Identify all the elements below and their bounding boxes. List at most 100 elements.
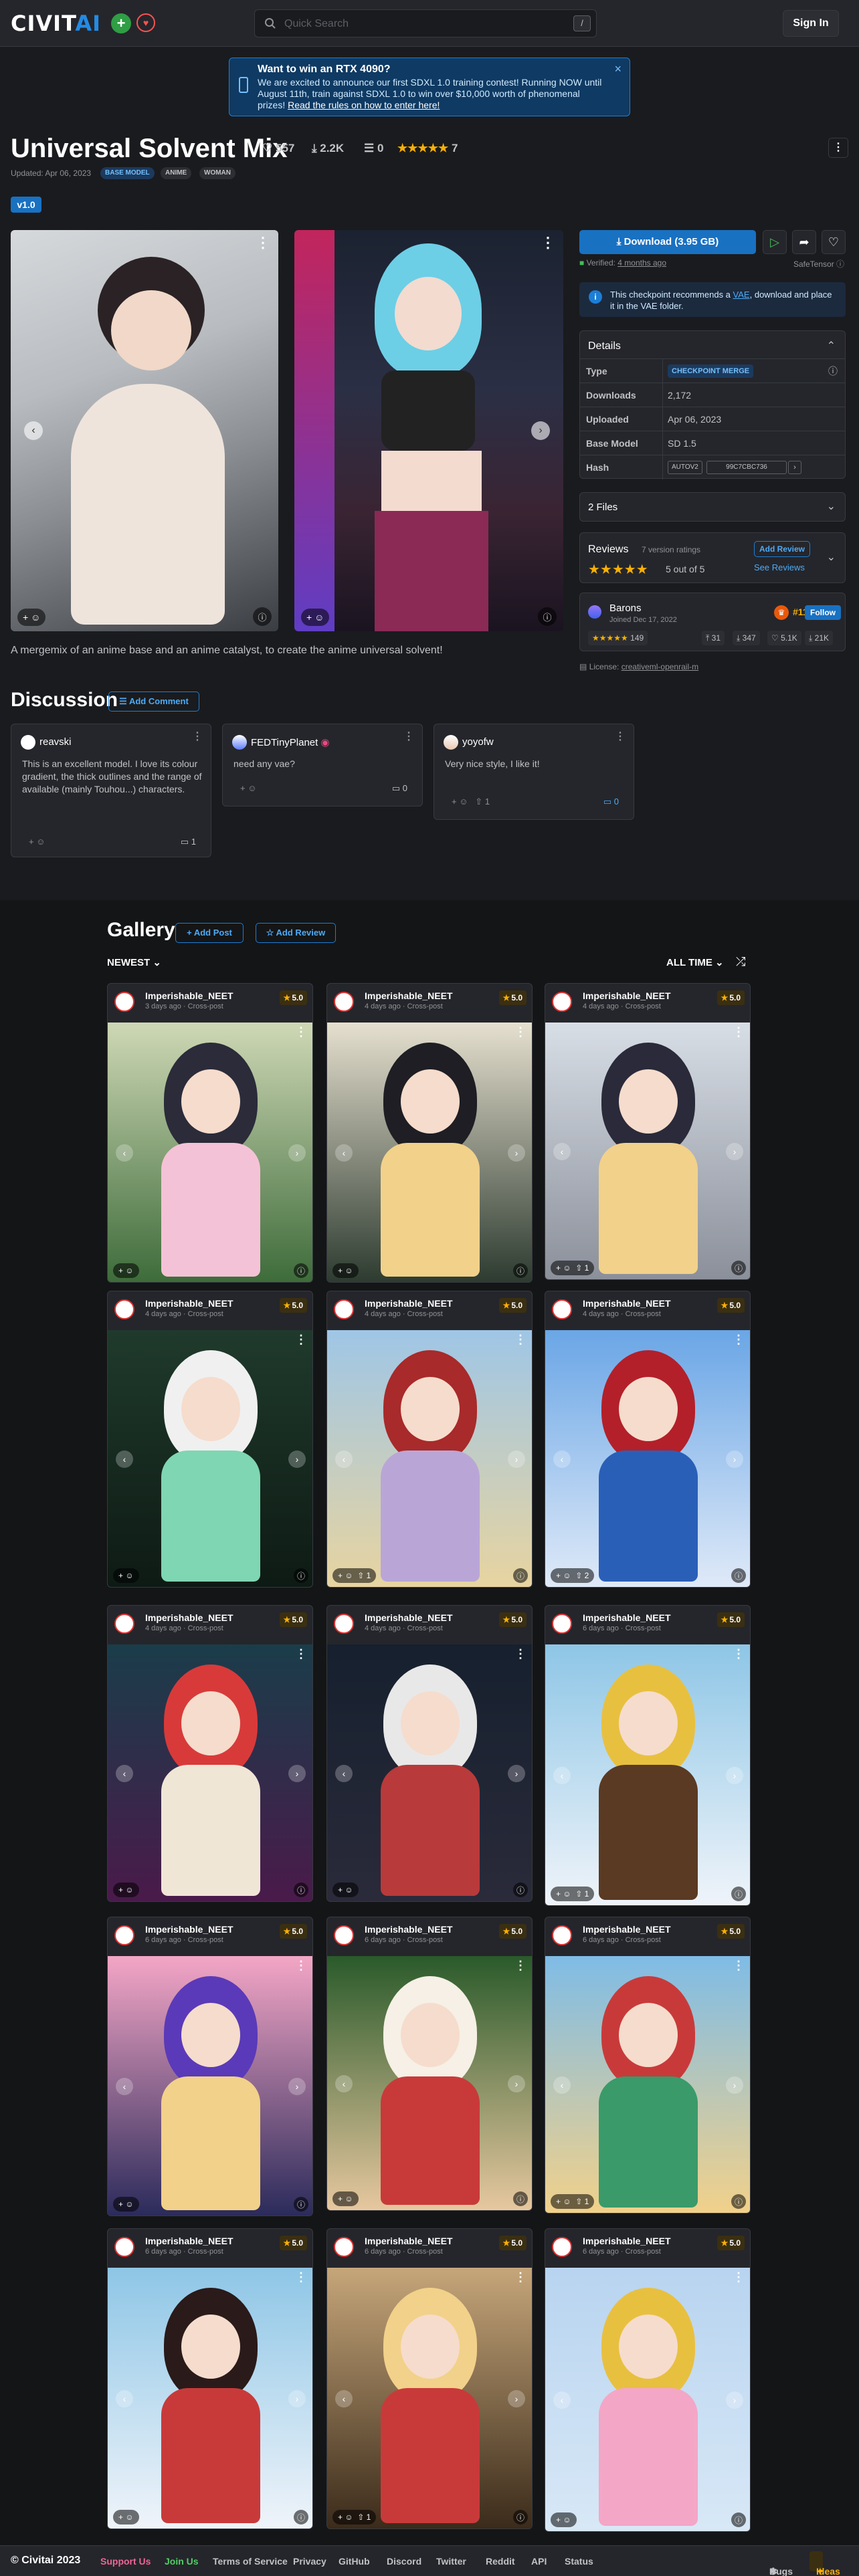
card-user[interactable]: Imperishable_NEET	[365, 2236, 453, 2246]
gallery-card[interactable]: Imperishable_NEET 3 days ago · Cross-post…	[107, 983, 313, 1283]
footer-twitter-link[interactable]: Twitter	[436, 2556, 466, 2567]
reaction-button[interactable]: + ☺	[113, 2197, 139, 2212]
avatar[interactable]	[552, 2237, 572, 2257]
gallery-image[interactable]: ⋮ ‹ › + ☺ ⓘ	[108, 1644, 312, 1901]
comment-card[interactable]: reavski ⋮ This is an excellent model. I …	[11, 724, 211, 857]
gallery-card[interactable]: Imperishable_NEET 4 days ago · Cross-post…	[545, 1291, 751, 1588]
card-user[interactable]: Imperishable_NEET	[145, 1924, 233, 1935]
tag-woman[interactable]: WOMAN	[199, 167, 235, 179]
card-user[interactable]: Imperishable_NEET	[365, 1298, 453, 1309]
reaction-button[interactable]: + ☺	[332, 2191, 359, 2206]
info-icon[interactable]: ⓘ	[731, 2512, 746, 2527]
info-icon[interactable]: ⓘ	[828, 364, 838, 378]
gallery-image[interactable]: ⋮ ‹ › + ☺ ⓘ	[545, 2268, 750, 2531]
search-input[interactable]: Quick Search /	[254, 9, 597, 37]
image-menu-icon[interactable]: ⋮	[295, 2270, 307, 2284]
image-menu-icon[interactable]: ⋮	[733, 1959, 745, 1973]
card-user[interactable]: Imperishable_NEET	[583, 1298, 671, 1309]
reaction-button[interactable]: + ☺ ⇧ 1	[332, 1568, 377, 1583]
image-menu-icon[interactable]: ⋮	[295, 1025, 307, 1039]
footer-discord-link[interactable]: Discord	[387, 2556, 421, 2567]
download-button[interactable]: ⤓ Download (3.95 GB)	[579, 230, 756, 254]
info-icon[interactable]: ⓘ	[731, 1568, 746, 1583]
period-select[interactable]: ALL TIME ⌄	[666, 956, 724, 968]
info-icon[interactable]: ⓘ	[731, 1887, 746, 1901]
card-user[interactable]: Imperishable_NEET	[365, 990, 453, 1001]
avatar[interactable]	[552, 1614, 572, 1634]
add-post-button[interactable]: + Add Post	[175, 923, 244, 943]
next-arrow-icon[interactable]: ›	[726, 1767, 743, 1784]
info-icon[interactable]: ⓘ	[731, 1261, 746, 1275]
reply-count[interactable]: ▭ 0	[603, 796, 619, 807]
see-reviews-link[interactable]: See Reviews	[754, 562, 805, 572]
comment-card[interactable]: yoyofw ⋮ Very nice style, I like it! + ☺…	[434, 724, 634, 820]
prev-arrow-icon[interactable]: ‹	[553, 1451, 571, 1468]
reply-count[interactable]: ▭ 1	[181, 837, 196, 847]
next-arrow-icon[interactable]: ›	[288, 1144, 306, 1162]
hash-value[interactable]: 99C7CBC736	[706, 461, 787, 474]
tag-anime[interactable]: ANIME	[161, 167, 192, 179]
image-menu-icon[interactable]: ⋮	[514, 1647, 527, 1661]
gallery-card[interactable]: Imperishable_NEET 6 days ago · Cross-post…	[326, 2228, 533, 2529]
favorite-button[interactable]: ♡	[822, 230, 846, 254]
footer-status-link[interactable]: Status	[565, 2556, 593, 2567]
gallery-image[interactable]: ⋮ ‹ › + ☺ ⇧ 1 ⓘ	[327, 2268, 532, 2529]
details-heading[interactable]: Details	[588, 340, 621, 352]
image-menu-icon[interactable]: ⋮	[541, 234, 555, 251]
reaction-button[interactable]: + ☺	[332, 1883, 359, 1897]
add-review-button[interactable]: Add Review	[754, 541, 810, 557]
next-arrow-icon[interactable]: ›	[531, 421, 550, 440]
next-arrow-icon[interactable]: ›	[726, 2391, 743, 2409]
next-arrow-icon[interactable]: ›	[508, 2390, 525, 2407]
gallery-card[interactable]: Imperishable_NEET 6 days ago · Cross-post…	[545, 2228, 751, 2532]
next-arrow-icon[interactable]: ›	[288, 1451, 306, 1468]
avatar[interactable]	[334, 2237, 354, 2257]
next-arrow-icon[interactable]: ›	[288, 2078, 306, 2095]
prev-arrow-icon[interactable]: ‹	[553, 2076, 571, 2094]
reaction-button[interactable]: + ☺	[301, 609, 330, 626]
sort-select[interactable]: NEWEST ⌄	[107, 956, 161, 968]
creator-avatar[interactable]	[588, 605, 601, 619]
info-icon[interactable]: ⓘ	[294, 1568, 308, 1583]
reaction-button[interactable]: + ☺	[113, 1883, 139, 1897]
sign-in-button[interactable]: Sign In	[783, 10, 839, 37]
card-user[interactable]: Imperishable_NEET	[145, 2236, 233, 2246]
gallery-image[interactable]: ⋮ ‹ › + ☺ ⓘ	[108, 1956, 312, 2216]
reaction-button[interactable]: + ☺ ⇧ 1	[551, 2194, 595, 2209]
reply-count[interactable]: ▭ 0	[392, 783, 407, 794]
gallery-image[interactable]: ⋮ ‹ › + ☺ ⓘ	[108, 1330, 312, 1587]
gallery-image[interactable]: ⋮ ‹ › + ☺ ⓘ	[108, 1023, 312, 1282]
copy-arrow-icon[interactable]: ›	[788, 461, 801, 474]
avatar[interactable]	[334, 1299, 354, 1319]
info-icon[interactable]: ⓘ	[513, 1263, 528, 1278]
info-icon[interactable]: ⓘ	[253, 607, 272, 626]
comment-user[interactable]: FEDTinyPlanet ◉	[251, 736, 330, 748]
avatar[interactable]	[334, 1925, 354, 1945]
gallery-card[interactable]: Imperishable_NEET 6 days ago · Cross-post…	[107, 1917, 313, 2216]
card-user[interactable]: Imperishable_NEET	[145, 1298, 233, 1309]
more-menu-button[interactable]: ⋮	[828, 138, 848, 158]
gallery-card[interactable]: Imperishable_NEET 4 days ago · Cross-post…	[326, 983, 533, 1283]
reaction-button[interactable]: + ☺ ⇧ 1	[452, 796, 490, 807]
reaction-button[interactable]: + ☺	[551, 2512, 577, 2527]
heart-icon[interactable]: ♥	[136, 13, 155, 32]
footer-api-link[interactable]: API	[531, 2556, 547, 2567]
info-icon[interactable]: ⓘ	[513, 2191, 528, 2206]
avatar[interactable]	[114, 992, 134, 1012]
image-menu-icon[interactable]: ⋮	[295, 1959, 307, 1973]
info-icon[interactable]: ⓘ	[294, 1883, 308, 1897]
tag-base-model[interactable]: BASE MODEL	[100, 167, 155, 179]
image-menu-icon[interactable]: ⋮	[733, 2270, 745, 2284]
prev-arrow-icon[interactable]: ‹	[116, 2078, 133, 2095]
version-button[interactable]: v1.0	[11, 197, 41, 213]
footer-reddit-link[interactable]: Reddit	[486, 2556, 515, 2567]
follow-button[interactable]: Follow	[805, 605, 841, 620]
next-arrow-icon[interactable]: ›	[288, 2390, 306, 2407]
card-user[interactable]: Imperishable_NEET	[583, 2236, 671, 2246]
reaction-button[interactable]: + ☺	[17, 609, 46, 626]
info-icon[interactable]: ⓘ	[513, 1883, 528, 1897]
prev-arrow-icon[interactable]: ‹	[553, 1143, 571, 1160]
preview-image-1[interactable]: ⋮ ‹ + ☺ ⓘ	[11, 230, 278, 631]
next-arrow-icon[interactable]: ›	[288, 1765, 306, 1782]
card-user[interactable]: Imperishable_NEET	[145, 990, 233, 1001]
